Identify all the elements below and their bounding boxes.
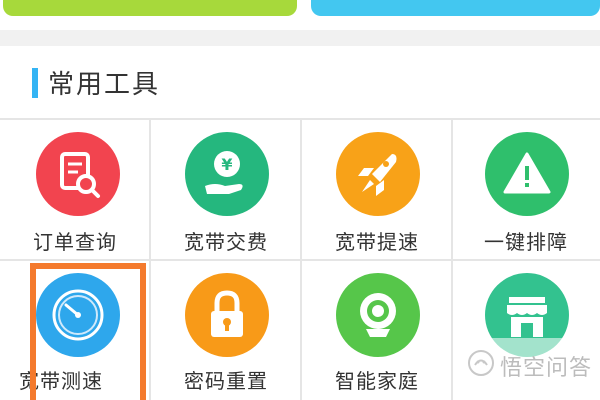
top-left-button[interactable] [3, 0, 297, 16]
tool-order-search[interactable]: 订单查询 [0, 120, 149, 259]
tool-label: 宽带提速 [335, 230, 419, 254]
tool-label: 一键排障 [484, 230, 568, 254]
order-search-icon [36, 132, 120, 216]
watermark: 悟空问答 [460, 338, 600, 388]
tool-label: 智能家庭 [335, 369, 419, 393]
tool-label: 密码重置 [184, 369, 268, 393]
tool-broadband-payment[interactable]: ¥ 宽带交费 [151, 120, 300, 259]
tool-label: 宽带测速 [19, 369, 103, 393]
tool-label: 订单查询 [33, 230, 117, 254]
rocket-icon [336, 132, 420, 216]
svg-text:¥: ¥ [221, 155, 232, 174]
watermark-text: 悟空问答 [500, 356, 593, 381]
tool-password-reset[interactable]: 密码重置 [151, 261, 300, 400]
camera-icon [336, 273, 420, 357]
section-accent-bar [32, 68, 38, 98]
speedometer-icon [36, 273, 120, 357]
section-divider [0, 30, 600, 46]
top-right-button[interactable] [311, 0, 600, 16]
section-title: 常用工具 [48, 70, 161, 100]
top-button-row [0, 0, 600, 30]
logo-icon [468, 350, 494, 376]
tool-one-click-troubleshoot[interactable]: 一键排障 [453, 120, 600, 259]
tool-smart-home[interactable]: 智能家庭 [302, 261, 451, 400]
tool-label: 宽带交费 [184, 230, 268, 254]
lock-icon [185, 273, 269, 357]
yuan-hand-icon: ¥ [185, 132, 269, 216]
tool-broadband-speedtest[interactable]: 宽带测速 [0, 261, 149, 400]
tool-broadband-speedup[interactable]: 宽带提速 [302, 120, 451, 259]
app-screen: 常用工具 订单查询 ¥ 宽带交费 宽带提速 一键排障 宽带测速 密码重置 智能家… [0, 0, 600, 400]
section-header: 常用工具 [0, 46, 600, 118]
warning-icon [485, 132, 569, 216]
